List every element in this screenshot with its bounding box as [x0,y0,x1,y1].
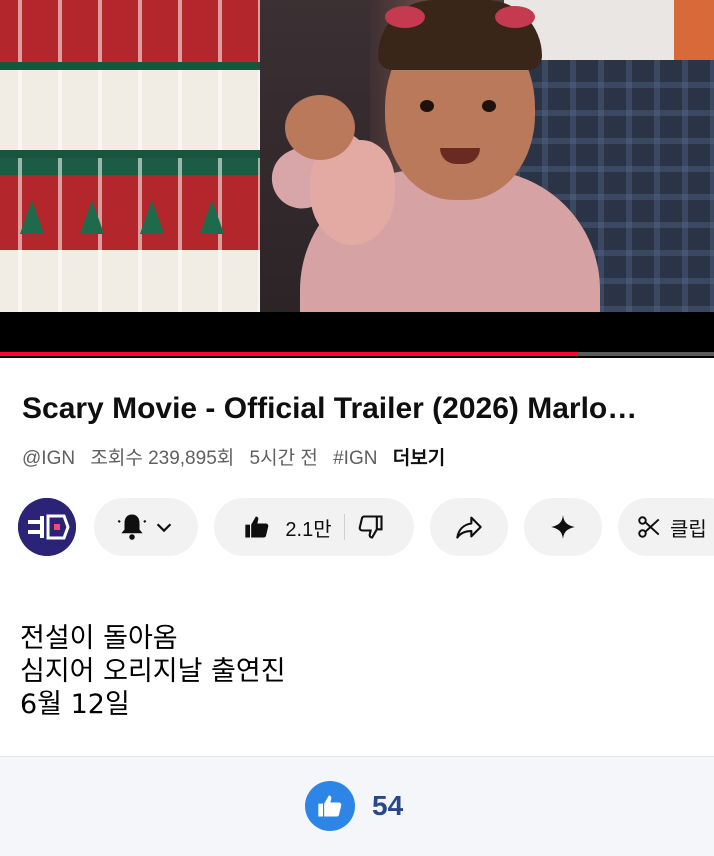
chevron-down-icon [156,523,172,533]
child-hand [285,95,355,160]
progress-fill [0,352,579,356]
sweater-stripe [0,150,260,158]
hair-bow [385,6,425,28]
ask-ai-button[interactable] [524,498,602,556]
sparkle-icon [551,515,575,539]
ign-logo-icon [18,498,76,556]
clip-label: 클립 [670,518,707,541]
channel-avatar[interactable] [18,498,76,556]
like-button[interactable]: 2.1만 [243,513,332,542]
hair-bow [495,6,535,28]
bell-icon [117,514,147,540]
description-line: 심지어 오리지날 출연진 [20,656,286,687]
sweater-stripe [0,62,260,70]
view-count: 조회수 239,895회 [90,448,235,469]
thumbs-up-icon [245,516,269,538]
hashtag-link[interactable]: #IGN [333,448,377,469]
recommend-count: 54 [372,790,404,821]
sweater-tree [20,200,44,234]
share-button[interactable] [430,498,508,556]
video-title[interactable]: Scary Movie - Official Trailer (2026) Ma… [22,392,702,426]
description-line: 6월 12일 [20,689,130,720]
video-player[interactable] [0,0,714,358]
action-bar: 2.1만 클립 [18,496,714,556]
like-count: 2.1만 [285,518,332,541]
child-eye [420,100,434,112]
sweater-tree [80,200,104,234]
like-divider [343,514,345,540]
background-sleeve [674,0,714,60]
video-frame-image [0,0,714,312]
recommend-like-button[interactable] [305,781,355,831]
subscribe-bell-button[interactable] [94,498,198,556]
upload-time: 5시간 전 [249,448,318,469]
like-dislike-group: 2.1만 [214,498,414,556]
clip-button[interactable]: 클립 [618,498,714,556]
sweater-tree [140,200,164,234]
scissors-icon [638,516,660,538]
child-eye [482,100,496,112]
post-description: 전설이 돌아옴 심지어 오리지날 출연진 6월 12일 [20,622,286,721]
recommend-footer [0,757,714,856]
video-meta-row[interactable]: @IGN 조회수 239,895회 5시간 전 #IGN 더보기 [22,443,455,470]
thumbs-down-icon[interactable] [357,513,385,541]
share-icon [456,516,482,539]
description-line: 전설이 돌아옴 [20,623,178,654]
thumbs-up-icon [318,795,342,817]
channel-handle[interactable]: @IGN [22,448,75,469]
more-button[interactable]: 더보기 [393,448,445,469]
sweater-tree [200,200,224,234]
